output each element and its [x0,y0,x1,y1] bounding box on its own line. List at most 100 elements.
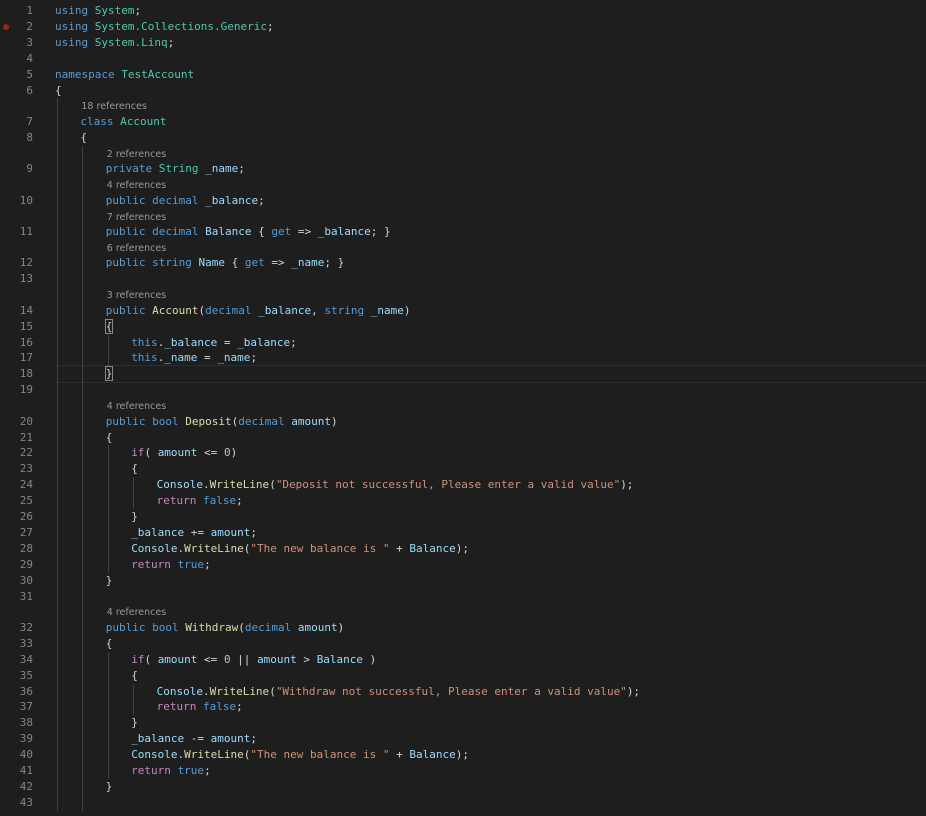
indent-guide [82,145,84,811]
code-line[interactable]: } [104,366,114,382]
codelens-references[interactable]: 3 references [107,290,166,301]
code-token: return [131,557,171,571]
code-line[interactable]: if( amount <= 0 || amount > Balance ) [131,653,376,666]
code-line[interactable]: class Account [80,115,166,128]
code-line[interactable]: _balance += amount; [131,526,257,539]
codelens-references[interactable]: 6 references [107,243,166,254]
line-number: 31 [19,589,33,603]
code-line[interactable]: public decimal Balance { get => _balance… [106,225,391,238]
code-token: bool [152,620,179,634]
code-token: public [105,193,146,207]
code-line[interactable]: } [106,574,113,587]
code-line[interactable]: Console.WriteLine("Withdraw not successf… [157,685,640,698]
code-token: WriteLine [209,684,270,698]
code-line[interactable]: return false; [157,700,243,713]
code-token: } [105,573,113,587]
line-number: 30 [19,573,33,587]
code-line[interactable]: public decimal _balance; [106,194,265,207]
line-number: 28 [19,541,33,555]
code-line[interactable]: this._balance = _balance; [131,336,297,349]
indent-guide [133,683,135,716]
code-token: decimal [152,193,199,207]
code-line[interactable]: _balance -= amount; [131,732,257,745]
code-line[interactable]: public bool Withdraw(decimal amount) [106,621,344,634]
code-token: . [202,684,210,698]
code-token: ( [269,478,276,492]
code-line[interactable]: namespace TestAccount [55,68,194,81]
line-number: 40 [19,748,33,762]
code-line[interactable]: private String _name; [106,162,245,175]
code-editor[interactable]: 1 using System; 2 using System.Collections.… [0,0,926,816]
code-token: { [251,225,272,238]
code-line[interactable]: } [131,510,138,523]
code-line[interactable]: { [131,669,138,682]
indent-guide [57,98,58,811]
code-token: true [177,557,205,571]
line-number: 35 [19,668,33,682]
code-line[interactable]: Console.WriteLine("The new balance is " … [131,542,469,555]
codelens-references[interactable]: 7 references [107,212,166,223]
code-line[interactable]: Console.WriteLine("Deposit not successfu… [157,478,634,491]
code-token: namespace [55,67,115,81]
codelens-references[interactable]: 4 references [107,607,166,618]
code-line[interactable]: } [131,716,138,729]
code-line[interactable]: if( amount <= 0) [131,446,237,459]
code-line[interactable]: { [131,462,138,475]
code-line[interactable]: { [106,431,113,444]
code-token: _balance [317,225,371,238]
line-number: 22 [19,446,33,460]
code-line[interactable]: { [104,318,114,334]
codelens-references[interactable]: 4 references [107,180,166,191]
code-line[interactable]: using System.Collections.Generic; [55,20,274,33]
code-token: ; } [324,256,345,270]
code-token: Console [156,684,203,698]
code-token: return [131,764,171,777]
code-line[interactable]: public bool Deposit(decimal amount) [106,415,338,428]
code-token: this [131,351,158,365]
code-token: return [156,494,197,508]
line-number: 43 [19,795,33,809]
code-line[interactable]: return true; [131,764,211,777]
code-token: ); [620,478,634,492]
code-line[interactable]: public string Name { get => _name; } [106,256,345,269]
code-line[interactable]: using System; [55,4,141,17]
code-token: "Deposit not successful, Please enter a … [275,478,621,492]
code-line[interactable]: using System.Linq; [55,36,174,49]
code-token: public [105,225,146,238]
line-number: 4 [26,51,33,65]
codelens-references[interactable]: 4 references [107,401,166,412]
code-line[interactable]: { [55,84,62,97]
code-token: = [217,335,238,349]
code-token: += [184,525,211,539]
code-line[interactable]: this._name = _name; [131,351,257,364]
code-line[interactable]: } [106,780,113,793]
code-token: WriteLine [184,541,244,555]
codelens-references[interactable]: 18 references [81,101,146,112]
indent-guide [133,477,135,509]
code-line[interactable]: { [106,637,113,650]
code-token: if [131,652,145,666]
code-line[interactable]: public Account(decimal _balance, string … [106,304,411,317]
line-number: 24 [19,478,33,492]
line-number: 41 [19,764,33,777]
code-line[interactable]: return false; [157,494,243,507]
line-number: 34 [19,652,33,666]
code-token: private [105,162,153,176]
line-number: 15 [19,319,33,333]
code-token: ) [337,620,345,634]
indent-guide [107,445,109,573]
code-line[interactable]: return true; [131,558,211,571]
code-token: || [230,652,258,666]
code-line[interactable]: Console.WriteLine("The new balance is " … [131,748,469,761]
line-number: 32 [19,620,33,634]
code-token: amount [210,525,251,539]
code-line[interactable]: { [80,131,87,144]
codelens-references[interactable]: 2 references [107,149,166,160]
line-number: 13 [19,272,33,286]
code-token: { [80,130,88,144]
code-token: { [105,636,113,650]
code-token: WriteLine [184,748,244,762]
line-number: 42 [19,779,33,793]
